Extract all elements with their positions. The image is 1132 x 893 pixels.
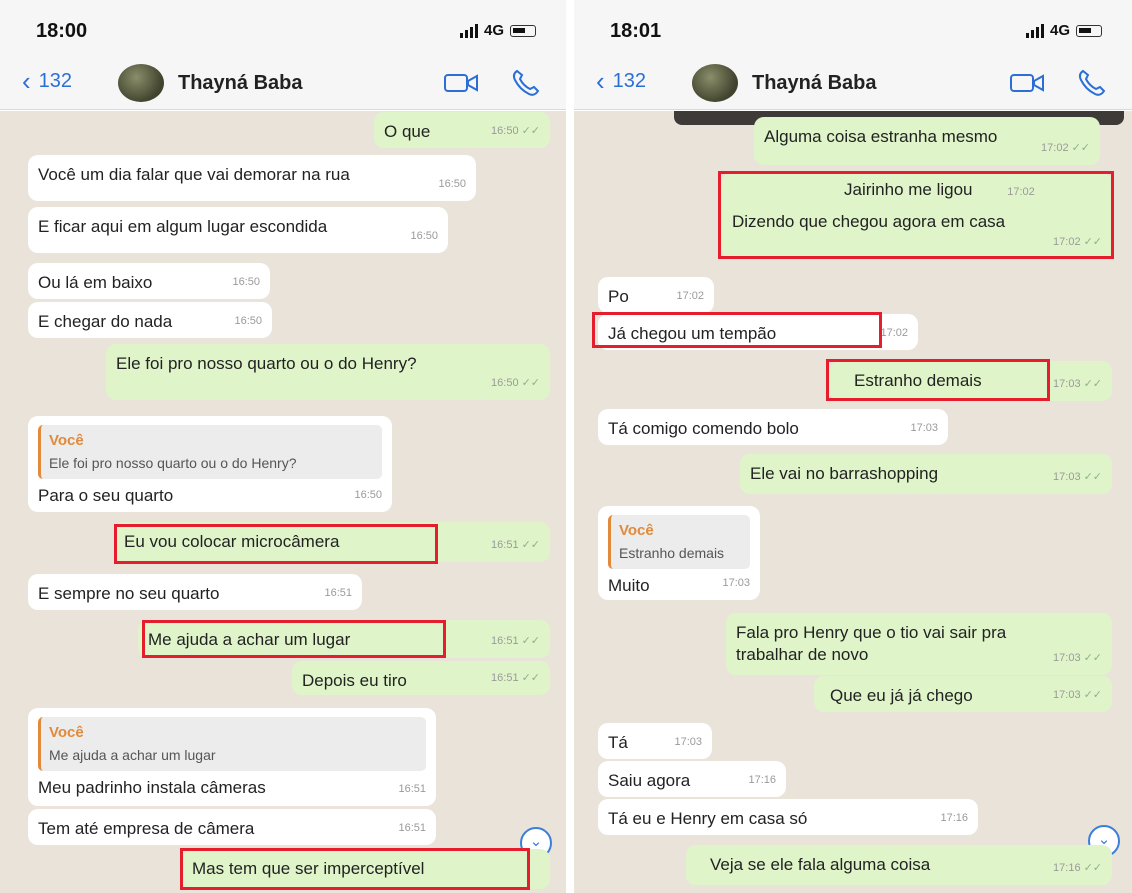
status-time: 18:01 (610, 20, 662, 42)
network-label: 4G (483, 22, 504, 39)
back-button[interactable]: ‹ 132 (596, 68, 646, 94)
status-bar: 18:00 4G (0, 0, 566, 58)
network-label: 4G (1049, 22, 1070, 39)
highlight-box (114, 524, 438, 564)
reply-message-bubble[interactable]: Você Ele foi pro nosso quarto ou o do He… (28, 416, 392, 512)
battery-icon (510, 24, 536, 37)
reply-message-bubble[interactable]: Você Me ajuda a achar um lugar Meu padri… (28, 708, 436, 806)
unread-count: 132 (612, 69, 647, 92)
chat-header: ‹ 132 Thayná Baba (0, 58, 566, 110)
signal-indicator: 4G (459, 22, 536, 39)
message-bubble[interactable]: Tá comigo comendo bolo 17:03 (598, 409, 948, 445)
message-bubble[interactable]: Ele foi pro nosso quarto ou o do Henry? … (106, 344, 550, 400)
message-bubble[interactable]: Depois eu tiro 16:51 ✓✓ (292, 661, 550, 695)
message-bubble[interactable]: Tá eu e Henry em casa só 17:16 (598, 799, 978, 835)
chevron-left-icon: ‹ (596, 66, 605, 96)
message-bubble[interactable]: Ele vai no barrashopping 17:03 ✓✓ (740, 454, 1112, 494)
message-list[interactable]: Alguma coisa estranha mesmo 17:02 ✓✓ Jair… (574, 111, 1132, 893)
status-time: 18:00 (36, 20, 88, 42)
reply-message-bubble[interactable]: Você Estranho demais Muito 17:03 (598, 506, 760, 600)
message-bubble[interactable]: Po 17:02 (598, 277, 714, 313)
avatar[interactable] (118, 64, 164, 102)
signal-indicator: 4G (1025, 22, 1102, 39)
message-bubble[interactable]: Você um dia falar que vai demorar na rua… (28, 155, 476, 201)
message-bubble[interactable]: O que 16:50 ✓✓ (374, 112, 550, 148)
read-receipt-icon: ✓✓ (521, 539, 540, 551)
message-bubble[interactable]: Saiu agora 17:16 (598, 761, 786, 797)
message-bubble[interactable]: Tem até empresa de câmera 16:51 (28, 809, 436, 845)
read-receipt-icon: ✓✓ (521, 377, 540, 389)
read-receipt-icon: ✓✓ (521, 635, 540, 647)
message-bubble[interactable]: Que eu já já chego 17:03 ✓✓ (814, 676, 1112, 712)
read-receipt-icon: ✓✓ (1083, 378, 1102, 390)
chat-screenshot-left: 18:00 4G ‹ 132 Thayná Baba O que 16:50 ✓✓… (0, 0, 566, 893)
message-bubble[interactable]: Ou lá em baixo 16:50 (28, 263, 270, 299)
video-call-icon[interactable] (444, 72, 478, 94)
status-bar: 18:01 4G (574, 0, 1132, 58)
phone-call-icon[interactable] (1076, 68, 1106, 98)
quoted-reply[interactable]: Você Estranho demais (608, 515, 750, 569)
highlight-box (826, 359, 1050, 401)
highlight-box (180, 848, 530, 890)
highlight-box (592, 312, 882, 348)
read-receipt-icon: ✓✓ (1071, 142, 1090, 154)
video-call-icon[interactable] (1010, 72, 1044, 94)
message-bubble[interactable]: Tá 17:03 (598, 723, 712, 759)
message-bubble[interactable]: Alguma coisa estranha mesmo 17:02 ✓✓ (754, 117, 1100, 165)
message-bubble[interactable]: Veja se ele fala alguma coisa 17:16 ✓✓ (686, 845, 1112, 885)
chat-screenshot-right: 18:01 4G ‹ 132 Thayná Baba Alguma coisa … (574, 0, 1132, 893)
quoted-reply[interactable]: Você Ele foi pro nosso quarto ou o do He… (38, 425, 382, 479)
contact-name[interactable]: Thayná Baba (752, 72, 876, 95)
read-receipt-icon: ✓✓ (521, 125, 540, 137)
unread-count: 132 (38, 69, 73, 92)
back-button[interactable]: ‹ 132 (22, 68, 72, 94)
read-receipt-icon: ✓✓ (1083, 471, 1102, 483)
chevron-left-icon: ‹ (22, 66, 31, 96)
chat-header: ‹ 132 Thayná Baba (574, 58, 1132, 110)
read-receipt-icon: ✓✓ (521, 672, 540, 684)
message-bubble[interactable]: E chegar do nada 16:50 (28, 302, 272, 338)
battery-icon (1076, 24, 1102, 37)
signal-bars-icon (459, 23, 478, 38)
message-bubble[interactable]: Fala pro Henry que o tio vai sair pra tr… (726, 613, 1112, 675)
phone-call-icon[interactable] (510, 68, 540, 98)
read-receipt-icon: ✓✓ (1083, 689, 1102, 701)
highlight-box (718, 171, 1114, 259)
contact-name[interactable]: Thayná Baba (178, 72, 302, 95)
avatar[interactable] (692, 64, 738, 102)
highlight-box (142, 620, 446, 658)
read-receipt-icon: ✓✓ (1083, 862, 1102, 874)
read-receipt-icon: ✓✓ (1083, 652, 1102, 664)
message-bubble[interactable]: E ficar aqui em algum lugar escondida 16… (28, 207, 448, 253)
signal-bars-icon (1025, 23, 1044, 38)
message-list[interactable]: O que 16:50 ✓✓ Você um dia falar que vai … (0, 111, 566, 893)
message-bubble[interactable]: E sempre no seu quarto 16:51 (28, 574, 362, 610)
quoted-reply[interactable]: Você Me ajuda a achar um lugar (38, 717, 426, 771)
